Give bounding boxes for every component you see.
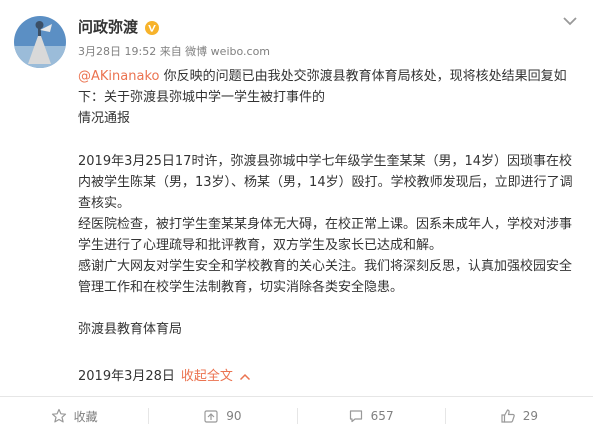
post-body: @AKinanako 你反映的问题已由我处交弥渡县教育体育局核处，现将核处结果回… xyxy=(78,66,584,340)
collapse-link[interactable]: 收起全文 xyxy=(181,369,233,384)
mention-link[interactable]: @AKinanako xyxy=(78,69,159,84)
comment-button[interactable]: 657 xyxy=(296,397,445,435)
avatar[interactable] xyxy=(14,16,66,68)
paragraph-3: 感谢广大网友对学生安全和学校教育的关心关注。我们将深刻反思，认真加强校园安全管理… xyxy=(78,259,573,295)
chevron-down-icon[interactable] xyxy=(562,15,578,27)
signature: 弥渡县教育体育局 xyxy=(78,322,183,337)
paragraph-1: 2019年3月25日17时许，弥渡县弥城中学七年级学生奎某某（男，14岁）因琐事… xyxy=(78,154,573,211)
post-meta: 3月28日 19:52 来自 微博 weibo.com xyxy=(78,45,271,58)
verified-badge-icon xyxy=(145,21,159,35)
avatar-image xyxy=(14,16,66,68)
favorite-label: 收藏 xyxy=(73,409,98,424)
comment-icon xyxy=(349,410,362,423)
favorite-button[interactable]: 收藏 xyxy=(0,397,148,435)
action-bar: 收藏 90 657 29 xyxy=(0,397,593,435)
comment-count: 657 xyxy=(370,409,394,423)
like-count: 29 xyxy=(522,409,539,423)
star-icon xyxy=(51,408,66,423)
paragraph-2: 经医院检查，被打学生奎某某身体无大碍，在校正常上课。因系未成年人，学校对涉事学生… xyxy=(78,217,573,253)
intro-paragraph: @AKinanako 你反映的问题已由我处交弥渡县教育体育局核处，现将核处结果回… xyxy=(78,66,584,108)
repost-count: 90 xyxy=(226,409,242,423)
post-date: 2019年3月28日 xyxy=(78,369,175,384)
username[interactable]: 问政弥渡 xyxy=(78,17,138,37)
like-button[interactable]: 29 xyxy=(444,397,593,435)
repost-button[interactable]: 90 xyxy=(148,397,296,435)
post-footer-line: 2019年3月28日 收起全文 xyxy=(78,367,251,387)
thumbs-up-icon xyxy=(501,409,515,423)
chevron-up-icon[interactable] xyxy=(239,373,251,381)
repost-icon xyxy=(204,410,218,423)
intro-tail: 情况通报 xyxy=(78,111,131,126)
